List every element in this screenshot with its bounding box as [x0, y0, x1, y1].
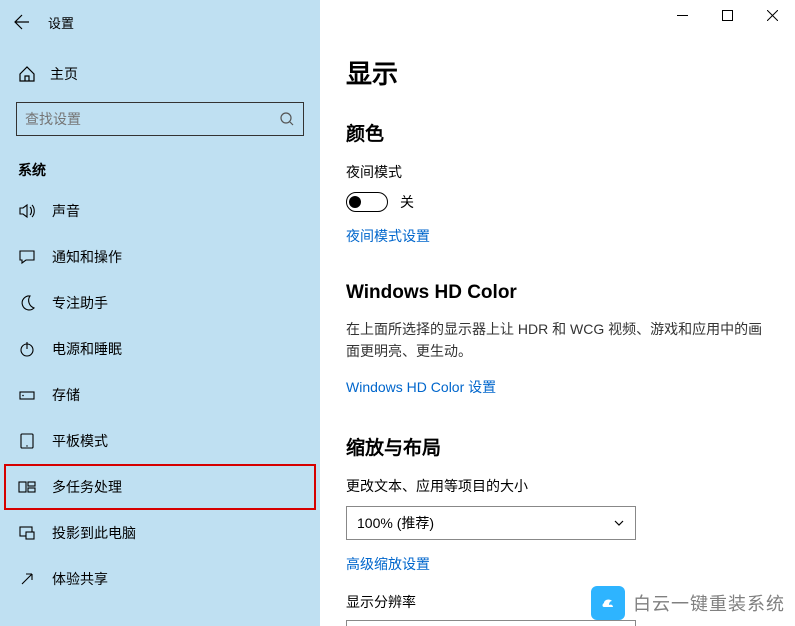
night-light-label: 夜间模式 [346, 162, 769, 182]
maximize-icon [722, 10, 733, 21]
arrow-left-icon [14, 14, 30, 30]
minimize-icon [677, 10, 688, 21]
chevron-down-icon [613, 517, 625, 529]
maximize-button[interactable] [705, 0, 750, 30]
hd-body-text: 在上面所选择的显示器上让 HDR 和 WCG 视频、游戏和应用中的画面更明亮、更… [346, 318, 766, 363]
sidebar-item-power[interactable]: 电源和睡眠 [0, 326, 320, 372]
sidebar: 设置 主页 系统 声音 通知和操作 专注助手 [0, 0, 320, 626]
titlebar-left: 设置 [0, 6, 320, 38]
sidebar-item-multitasking[interactable]: 多任务处理 [4, 464, 316, 510]
dropdown-value: 100% (推荐) [357, 513, 434, 533]
watermark: 白云一键重装系统 [591, 586, 785, 620]
nav-label: 平板模式 [52, 431, 108, 451]
night-light-toggle[interactable] [346, 192, 388, 212]
item-size-dropdown[interactable]: 100% (推荐) [346, 506, 636, 540]
home-label: 主页 [50, 64, 78, 84]
item-size-label: 更改文本、应用等项目的大小 [346, 476, 769, 496]
moon-icon [18, 294, 36, 312]
nav-label: 体验共享 [52, 569, 108, 589]
back-button[interactable] [10, 10, 34, 34]
section-scale-title: 缩放与布局 [346, 433, 769, 460]
close-button[interactable] [750, 0, 795, 30]
sidebar-item-sound[interactable]: 声音 [0, 188, 320, 234]
content-pane: 显示 颜色 夜间模式 关 夜间模式设置 Windows HD Color 在上面… [320, 0, 795, 626]
watermark-logo-icon [591, 586, 625, 620]
night-light-settings-link[interactable]: 夜间模式设置 [346, 226, 769, 246]
search-input[interactable] [25, 111, 279, 127]
message-icon [18, 248, 36, 266]
sidebar-item-home[interactable]: 主页 [0, 56, 320, 92]
hd-settings-link[interactable]: Windows HD Color 设置 [346, 377, 769, 397]
nav-label: 多任务处理 [52, 477, 122, 497]
nav-label: 电源和睡眠 [52, 339, 122, 359]
project-icon [18, 524, 36, 542]
section-hd-title: Windows HD Color [346, 282, 769, 304]
search-box[interactable] [16, 102, 304, 136]
page-title: 显示 [346, 54, 769, 91]
storage-icon [18, 386, 36, 404]
sidebar-item-focus-assist[interactable]: 专注助手 [0, 280, 320, 326]
window-controls [660, 0, 795, 30]
advanced-scale-link[interactable]: 高级缩放设置 [346, 554, 769, 574]
speaker-icon [18, 202, 36, 220]
toggle-knob [349, 196, 361, 208]
power-icon [18, 340, 36, 358]
nav-label: 专注助手 [52, 293, 108, 313]
sidebar-item-tablet[interactable]: 平板模式 [0, 418, 320, 464]
app-title: 设置 [48, 13, 74, 32]
sidebar-item-shared[interactable]: 体验共享 [0, 556, 320, 602]
toggle-state-text: 关 [400, 192, 414, 212]
close-icon [767, 10, 778, 21]
share-icon [18, 570, 36, 588]
sidebar-group-title: 系统 [0, 136, 320, 188]
resolution-dropdown[interactable] [346, 620, 636, 626]
multitask-icon [18, 478, 36, 496]
sidebar-item-storage[interactable]: 存储 [0, 372, 320, 418]
nav-label: 声音 [52, 201, 80, 221]
section-color-title: 颜色 [346, 119, 769, 146]
minimize-button[interactable] [660, 0, 705, 30]
home-icon [18, 65, 36, 83]
nav-label: 存储 [52, 385, 80, 405]
sidebar-item-project[interactable]: 投影到此电脑 [0, 510, 320, 556]
search-icon [279, 111, 295, 127]
nav-label: 投影到此电脑 [52, 523, 136, 543]
sidebar-item-notifications[interactable]: 通知和操作 [0, 234, 320, 280]
tablet-icon [18, 432, 36, 450]
nav-label: 通知和操作 [52, 247, 122, 267]
watermark-text: 白云一键重装系统 [633, 590, 785, 616]
